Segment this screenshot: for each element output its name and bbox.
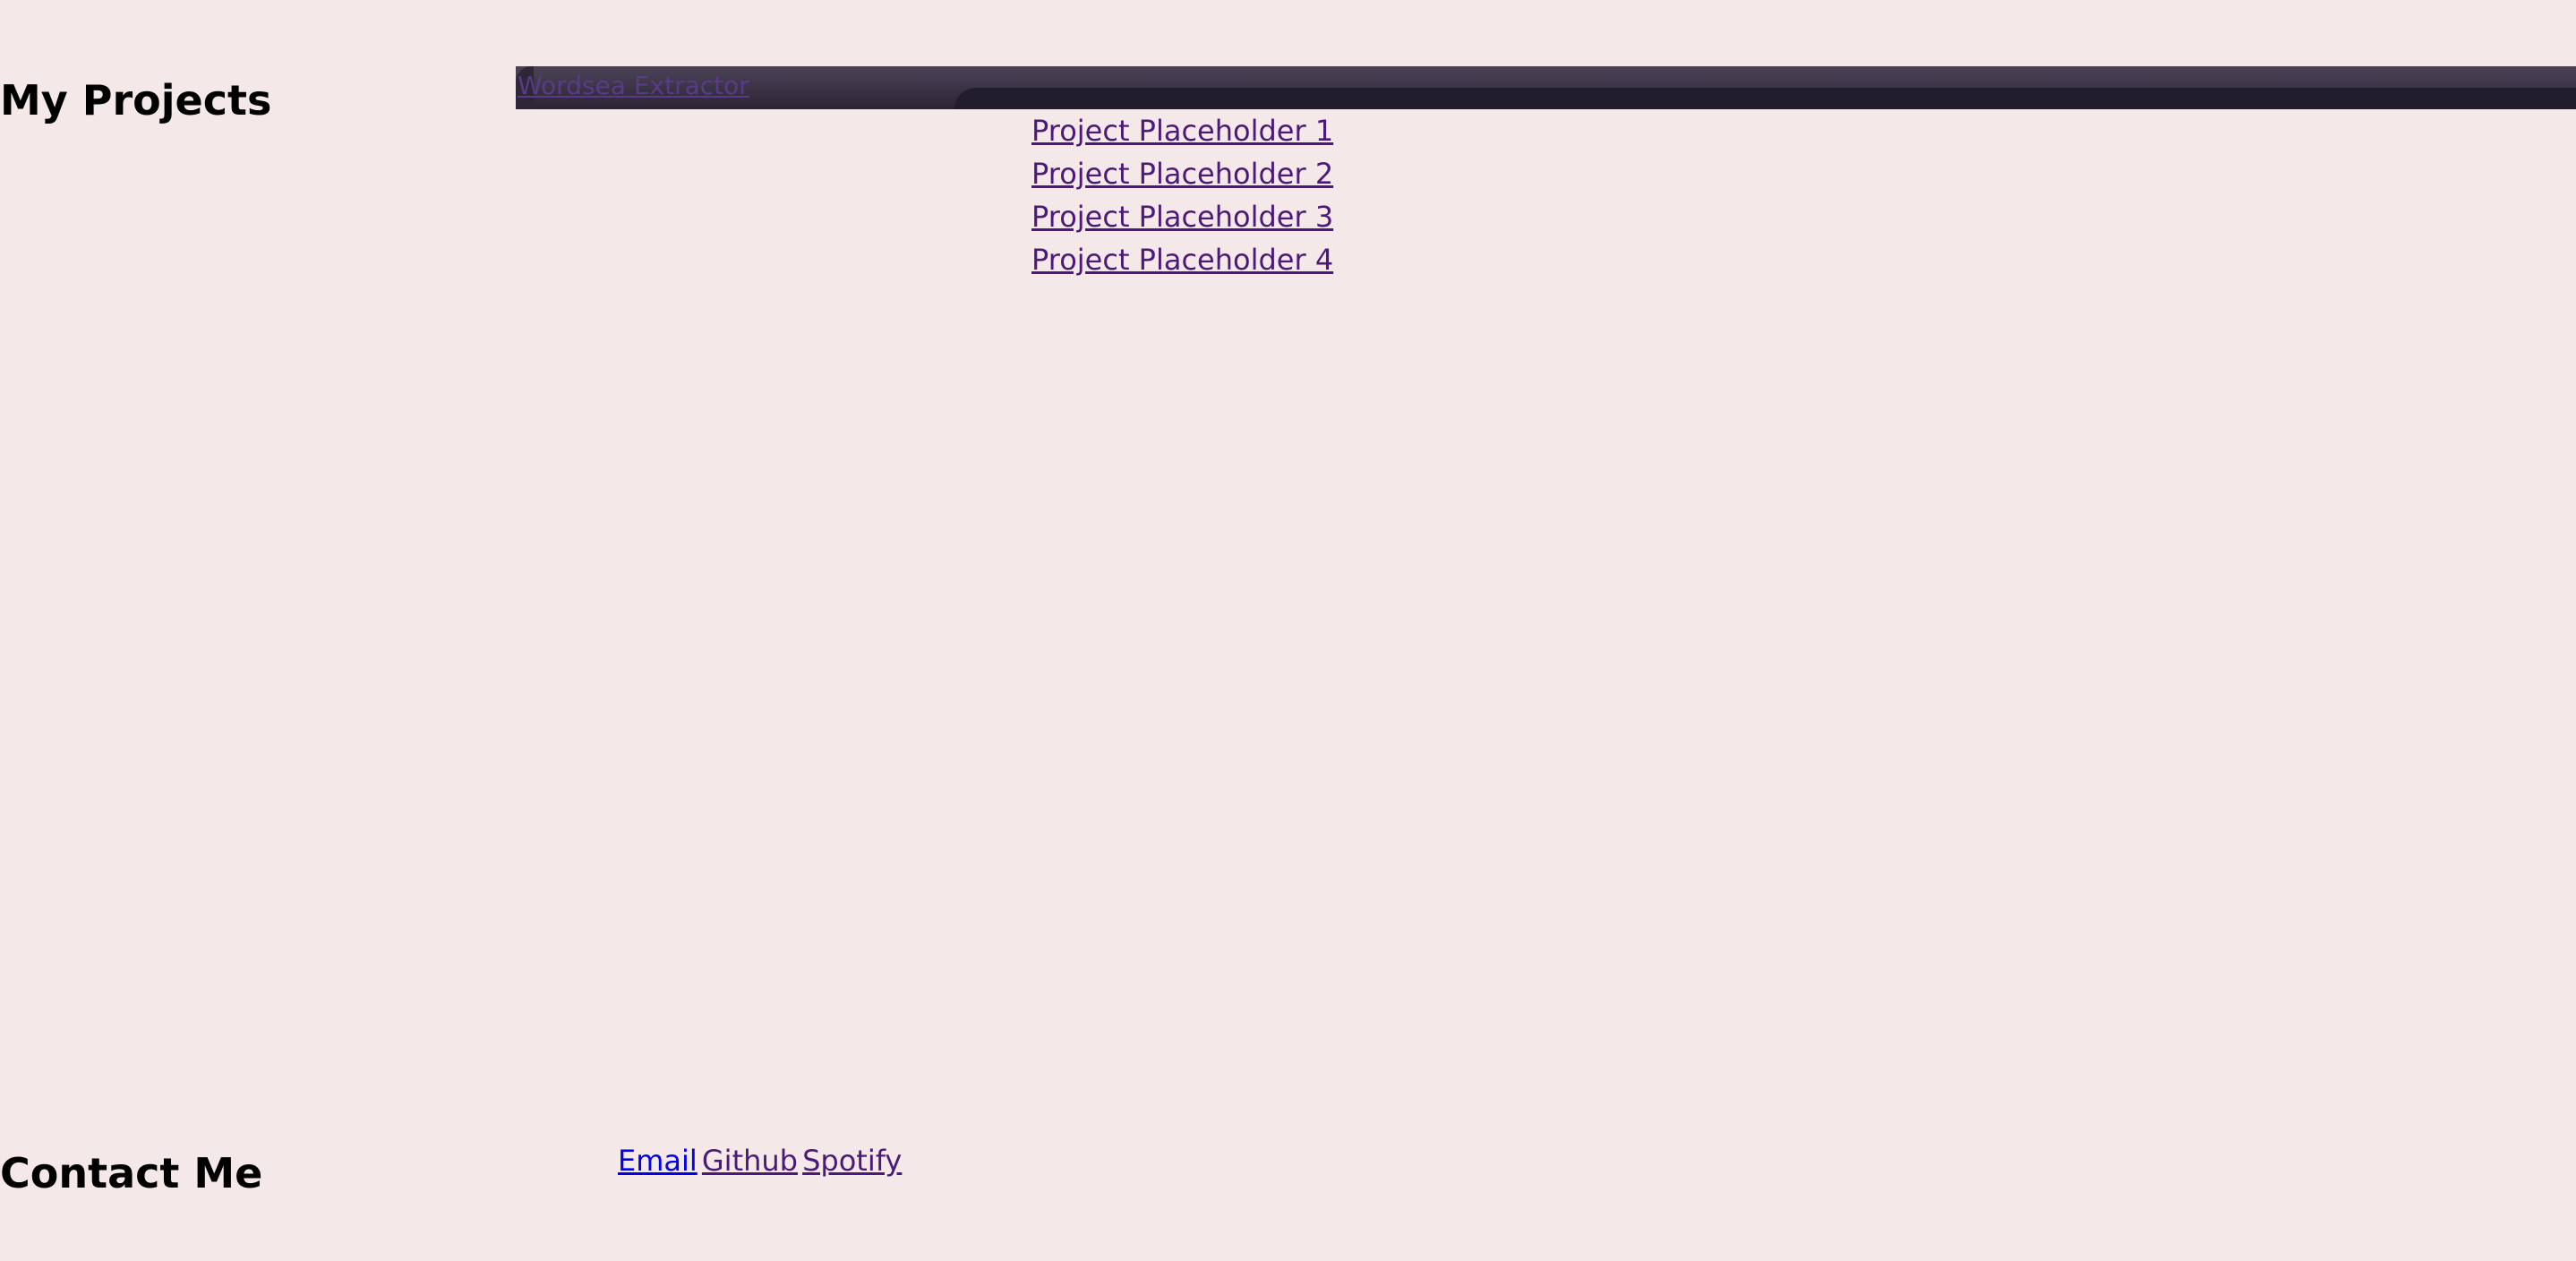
- list-item: Project Placeholder 1: [1031, 109, 1333, 152]
- list-item: Project Placeholder 3: [1031, 195, 1333, 238]
- contact-heading: Contact Me: [0, 1149, 263, 1197]
- contact-links: Email Github Spotify: [618, 1143, 902, 1184]
- email-link[interactable]: Email: [618, 1144, 697, 1178]
- project-banner-image: [516, 66, 2576, 109]
- project-link-3[interactable]: Project Placeholder 3: [1031, 200, 1333, 234]
- list-item: Project Placeholder 4: [1031, 238, 1333, 281]
- project-link-1[interactable]: Project Placeholder 1: [1031, 114, 1333, 148]
- featured-project-link[interactable]: Wordsea Extractor: [518, 71, 749, 100]
- github-link[interactable]: Github: [702, 1144, 798, 1178]
- spotify-link[interactable]: Spotify: [802, 1144, 902, 1178]
- project-link-4[interactable]: Project Placeholder 4: [1031, 243, 1333, 277]
- project-list: Project Placeholder 1 Project Placeholde…: [1031, 109, 1333, 281]
- project-link-2[interactable]: Project Placeholder 2: [1031, 157, 1333, 191]
- banner-stripe: [954, 88, 2576, 109]
- projects-heading: My Projects: [0, 76, 272, 124]
- list-item: Project Placeholder 2: [1031, 152, 1333, 195]
